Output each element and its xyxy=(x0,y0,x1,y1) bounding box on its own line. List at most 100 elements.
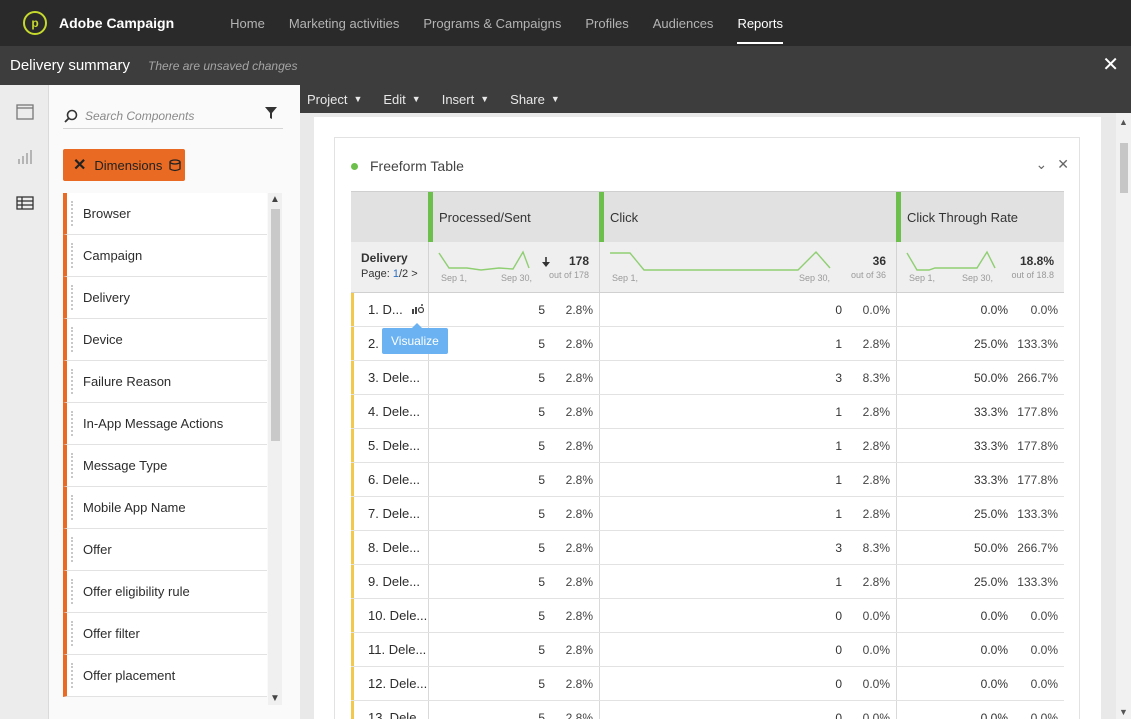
row-label-cell[interactable]: 11. Dele... xyxy=(351,633,428,666)
scroll-thumb[interactable] xyxy=(271,209,280,441)
cell-processed-sent[interactable]: 5 2.8% xyxy=(428,565,599,598)
row-label-cell[interactable]: 6. Dele... xyxy=(351,463,428,496)
cell-click[interactable]: 0 0.0% xyxy=(599,599,896,632)
cell-click[interactable]: 0 0.0% xyxy=(599,633,896,666)
cell-processed-sent[interactable]: 5 2.8% xyxy=(428,395,599,428)
menu-project[interactable]: Project ▼ xyxy=(307,92,362,107)
nav-marketing-activities[interactable]: Marketing activities xyxy=(289,0,400,46)
cell-click-through-rate[interactable]: 50.0% 266.7% xyxy=(896,531,1064,564)
row-label-cell[interactable]: 1. D... xyxy=(351,293,428,326)
row-label-cell[interactable]: 9. Dele... xyxy=(351,565,428,598)
search-input[interactable]: Search Components xyxy=(85,109,194,123)
cell-click-through-rate[interactable]: 25.0% 133.3% xyxy=(896,565,1064,598)
table-row[interactable]: 6. Dele... 5 2.8% 1 2.8% 33.3% 177.8% xyxy=(351,463,1064,497)
components-icon[interactable] xyxy=(16,195,34,211)
cell-click[interactable]: 1 2.8% xyxy=(599,429,896,462)
canvas-scroll-thumb[interactable] xyxy=(1120,143,1128,193)
row-label-cell[interactable]: 8. Dele... xyxy=(351,531,428,564)
list-item[interactable]: Browser xyxy=(63,193,267,235)
search-components[interactable]: Search Components xyxy=(63,103,283,129)
list-item[interactable]: Failure Reason xyxy=(63,361,267,403)
cell-click-through-rate[interactable]: 0.0% 0.0% xyxy=(896,667,1064,700)
cell-click[interactable]: 1 2.8% xyxy=(599,463,896,496)
adobe-campaign-logo-icon[interactable]: р xyxy=(23,11,47,35)
header-processed-sent[interactable]: Processed/Sent xyxy=(428,192,599,242)
cell-processed-sent[interactable]: 5 2.8% xyxy=(428,599,599,632)
header-click-through-rate[interactable]: Click Through Rate xyxy=(896,192,1064,242)
cell-processed-sent[interactable]: 5 2.8% xyxy=(428,531,599,564)
panels-icon[interactable] xyxy=(16,104,34,120)
collapse-icon[interactable]: ⌄ xyxy=(1036,156,1048,173)
list-item[interactable]: Message Type xyxy=(63,445,267,487)
cell-click-through-rate[interactable]: 33.3% 177.8% xyxy=(896,395,1064,428)
next-page-icon[interactable]: > xyxy=(411,268,417,280)
table-row[interactable]: 7. Dele... 5 2.8% 1 2.8% 25.0% 133.3% xyxy=(351,497,1064,531)
scroll-up-icon[interactable]: ▲ xyxy=(269,194,281,205)
table-row[interactable]: 9. Dele... 5 2.8% 1 2.8% 25.0% 133.3% xyxy=(351,565,1064,599)
filter-icon[interactable] xyxy=(264,106,278,120)
cell-click-through-rate[interactable]: 0.0% 0.0% xyxy=(896,293,1064,326)
nav-profiles[interactable]: Profiles xyxy=(585,0,628,46)
row-label-cell[interactable]: 7. Dele... xyxy=(351,497,428,530)
list-item[interactable]: Offer placement xyxy=(63,655,267,697)
row-label-cell[interactable]: 5. Dele... xyxy=(351,429,428,462)
table-row[interactable]: 11. Dele... 5 2.8% 0 0.0% 0.0% 0.0% xyxy=(351,633,1064,667)
sort-descending-icon[interactable] xyxy=(542,257,550,267)
row-label-cell[interactable]: 3. Dele... xyxy=(351,361,428,394)
nav-audiences[interactable]: Audiences xyxy=(653,0,714,46)
cell-click[interactable]: 1 2.8% xyxy=(599,497,896,530)
list-item[interactable]: In-App Message Actions xyxy=(63,403,267,445)
table-row[interactable]: 2. 5 2.8% 1 2.8% 25.0% 133.3% xyxy=(351,327,1064,361)
header-click[interactable]: Click xyxy=(599,192,896,242)
cell-click-through-rate[interactable]: 50.0% 266.7% xyxy=(896,361,1064,394)
table-row[interactable]: 4. Dele... 5 2.8% 1 2.8% 33.3% 177.8% xyxy=(351,395,1064,429)
cell-processed-sent[interactable]: 5 2.8% xyxy=(428,497,599,530)
list-item[interactable]: Offer filter xyxy=(63,613,267,655)
cell-processed-sent[interactable]: 5 2.8% xyxy=(428,667,599,700)
visualizations-icon[interactable] xyxy=(16,149,34,165)
table-row[interactable]: 10. Dele... 5 2.8% 0 0.0% 0.0% 0.0% xyxy=(351,599,1064,633)
list-item[interactable]: Mobile App Name xyxy=(63,487,267,529)
cell-click[interactable]: 1 2.8% xyxy=(599,565,896,598)
table-row[interactable]: 3. Dele... 5 2.8% 3 8.3% 50.0% 266.7% xyxy=(351,361,1064,395)
row-label-cell[interactable]: 10. Dele... xyxy=(351,599,428,632)
cell-processed-sent[interactable]: 5 2.8% xyxy=(428,633,599,666)
cell-click-through-rate[interactable]: 0.0% 0.0% xyxy=(896,599,1064,632)
cell-click[interactable]: 0 0.0% xyxy=(599,701,896,719)
table-row[interactable]: 1. D... 5 2.8% 0 0.0% 0.0% 0.0% Visualize xyxy=(351,293,1064,354)
dimension-scrollbar[interactable]: ▲ ▼ xyxy=(268,193,282,705)
nav-reports[interactable]: Reports xyxy=(737,0,783,46)
menu-edit[interactable]: Edit ▼ xyxy=(383,92,420,107)
cell-processed-sent[interactable]: 5 2.8% xyxy=(428,293,599,326)
cell-click-through-rate[interactable]: 33.3% 177.8% xyxy=(896,463,1064,496)
cell-click[interactable]: 1 2.8% xyxy=(599,395,896,428)
table-row[interactable]: 13. Dele... 5 2.8% 0 0.0% 0.0% 0.0% xyxy=(351,701,1064,719)
cell-click[interactable]: 0 0.0% xyxy=(599,293,896,326)
remove-icon[interactable]: ✕ xyxy=(73,155,86,175)
menu-insert[interactable]: Insert ▼ xyxy=(442,92,489,107)
cell-processed-sent[interactable]: 5 2.8% xyxy=(428,327,599,360)
close-icon[interactable]: ✕ xyxy=(1102,55,1119,75)
menu-share[interactable]: Share ▼ xyxy=(510,92,560,107)
canvas-scrollbar[interactable]: ▲ ▼ xyxy=(1116,113,1131,719)
cell-click-through-rate[interactable]: 25.0% 133.3% xyxy=(896,497,1064,530)
list-item[interactable]: Offer xyxy=(63,529,267,571)
visualize-icon[interactable] xyxy=(412,304,424,314)
list-item[interactable]: Offer eligibility rule xyxy=(63,571,267,613)
nav-programs-campaigns[interactable]: Programs & Campaigns xyxy=(423,0,561,46)
cell-click[interactable]: 1 2.8% xyxy=(599,327,896,360)
cell-processed-sent[interactable]: 5 2.8% xyxy=(428,429,599,462)
scroll-down-icon[interactable]: ▼ xyxy=(1119,707,1128,717)
cell-click[interactable]: 3 8.3% xyxy=(599,361,896,394)
cell-processed-sent[interactable]: 5 2.8% xyxy=(428,361,599,394)
row-label-cell[interactable]: 13. Dele... xyxy=(351,701,428,719)
table-row[interactable]: 5. Dele... 5 2.8% 1 2.8% 33.3% 177.8% xyxy=(351,429,1064,463)
table-row[interactable]: 12. Dele... 5 2.8% 0 0.0% 0.0% 0.0% xyxy=(351,667,1064,701)
list-item[interactable]: Campaign xyxy=(63,235,267,277)
cell-click-through-rate[interactable]: 0.0% 0.0% xyxy=(896,701,1064,719)
table-row[interactable]: 8. Dele... 5 2.8% 3 8.3% 50.0% 266.7% xyxy=(351,531,1064,565)
close-panel-icon[interactable]: ✕ xyxy=(1057,156,1069,173)
dimensions-button[interactable]: ✕ Dimensions xyxy=(63,149,185,181)
nav-home[interactable]: Home xyxy=(230,0,265,46)
cell-click-through-rate[interactable]: 25.0% 133.3% xyxy=(896,327,1064,360)
